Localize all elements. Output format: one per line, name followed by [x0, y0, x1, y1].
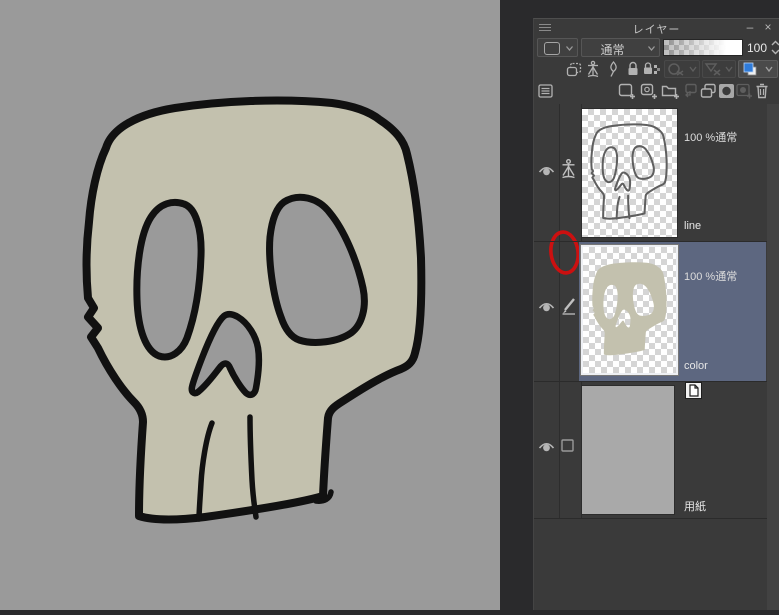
layer-thumbnail-color[interactable] [581, 245, 678, 375]
layer-thumbnail-line[interactable] [581, 108, 678, 238]
chevron-down-icon [566, 46, 573, 51]
layer-kind-dropdown[interactable] [537, 38, 578, 57]
layer-row-paper[interactable]: 用紙 [534, 382, 767, 518]
layer-name: 用紙 [684, 498, 706, 514]
skull-left-eye [137, 202, 201, 357]
layer-opacity-info: 100 %通常 [684, 129, 737, 145]
minimize-button[interactable]: – [743, 20, 757, 34]
layer-name: line [684, 220, 701, 232]
layer-color-dropdown[interactable] [738, 60, 778, 78]
layer-list-scrollbar[interactable] [767, 104, 779, 610]
layer-thumbnail-paper[interactable] [581, 385, 675, 515]
layer-menu-icon[interactable] [538, 84, 553, 98]
layer-name: color [684, 360, 708, 372]
layer-color-icon [739, 61, 777, 77]
panel-header: レイヤー – × [534, 19, 779, 36]
empty-checkbox-icon[interactable] [561, 439, 574, 457]
draft-layer-status-icon[interactable] [560, 158, 577, 186]
new-layer-settings-icon[interactable] [640, 83, 658, 100]
paper-layer-badge-icon [685, 382, 702, 399]
opacity-value: 100 [741, 41, 767, 55]
new-folder-icon[interactable] [661, 83, 680, 100]
close-button[interactable]: × [761, 20, 775, 34]
clip-studio-app: レイヤー – × 通常 100 [0, 0, 779, 610]
reference-disabled-dropdown [702, 60, 736, 78]
editing-pencil-icon [560, 296, 579, 321]
create-mask-icon[interactable] [718, 83, 735, 99]
blend-mode-value: 通常 [582, 41, 643, 58]
mask-disabled-dropdown [664, 60, 700, 78]
layers-panel: レイヤー – × 通常 100 [533, 18, 779, 610]
delete-layer-icon[interactable] [755, 82, 769, 99]
opacity-slider[interactable] [663, 39, 743, 56]
visibility-eye-icon[interactable] [538, 300, 555, 312]
visibility-eye-icon[interactable] [538, 440, 555, 452]
drawing-canvas[interactable] [0, 0, 500, 610]
chevron-down-icon [648, 46, 655, 51]
rounded-square-icon [544, 42, 560, 55]
clip-at-layer-below-icon[interactable] [566, 62, 582, 78]
lock-transparent-pixels-icon[interactable] [643, 61, 660, 77]
layer-opacity-info: 100 %通常 [684, 268, 737, 284]
blend-mode-dropdown[interactable]: 通常 [581, 38, 660, 57]
combine-to-lower-icon[interactable] [700, 83, 717, 99]
draft-layer-icon[interactable] [586, 60, 600, 79]
visibility-eye-icon[interactable] [538, 164, 555, 176]
layer-row-line[interactable]: 100 %通常 line [534, 104, 767, 241]
pin-icon[interactable] [607, 61, 620, 78]
new-raster-layer-icon[interactable] [618, 83, 636, 100]
transfer-to-lower-icon [682, 83, 698, 99]
spinner-arrows-icon [770, 39, 779, 56]
skull-drawing [0, 0, 500, 610]
apply-mask-icon [736, 83, 753, 99]
lock-layer-icon[interactable] [627, 61, 639, 77]
layer-row-color[interactable]: 100 %通常 color [534, 242, 767, 381]
opacity-stepper[interactable] [770, 39, 779, 56]
